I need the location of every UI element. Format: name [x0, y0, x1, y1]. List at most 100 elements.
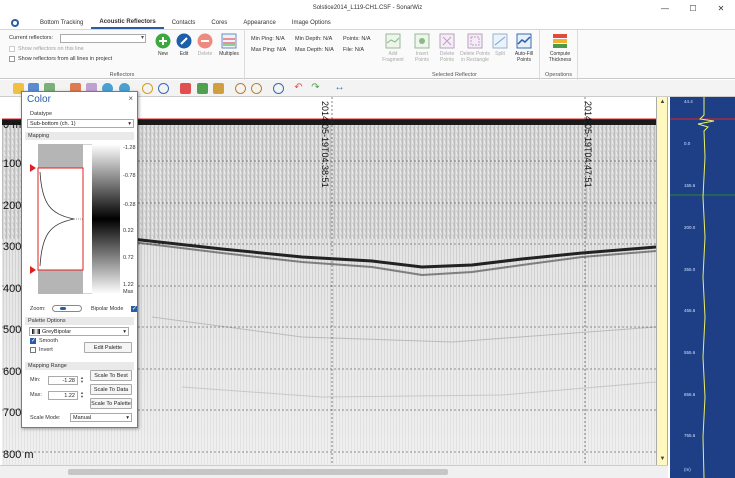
- scale-label: -1.28: [123, 145, 136, 151]
- chevron-down-icon: ▾: [123, 329, 126, 335]
- minimize-button[interactable]: —: [651, 0, 679, 16]
- invert-label: Invert: [39, 347, 53, 353]
- trace-tick: 155.6: [684, 183, 696, 188]
- mapping-graph: [30, 144, 120, 294]
- tab-image-options[interactable]: Image Options: [284, 16, 339, 29]
- selected-reflector-group: Add Fragment Insert Points Delete Points…: [370, 30, 540, 80]
- close-icon[interactable]: ×: [128, 94, 133, 103]
- tab-acoustic-reflectors[interactable]: Acoustic Reflectors: [91, 16, 164, 29]
- maximize-button[interactable]: ☐: [679, 0, 707, 16]
- depth-label-500: 500: [3, 324, 22, 336]
- tab-appearance[interactable]: Appearance: [235, 16, 283, 29]
- horizontal-scrollbar[interactable]: [0, 465, 668, 478]
- trace-panel: 44.4 0.0 155.6 200.0 355.0 455.6 555.6 6…: [670, 97, 735, 478]
- bipolar-mode-checkbox[interactable]: [131, 305, 137, 312]
- ribbon-tabs: Bottom Tracking Acoustic Reflectors Cont…: [0, 16, 735, 29]
- datatype-select[interactable]: Sub-bottom (ch. 1) ▾: [27, 119, 134, 128]
- plus-circle-icon[interactable]: [142, 83, 153, 94]
- scale-to-data-button[interactable]: Scale To Data: [90, 384, 132, 395]
- chevron-down-icon: ▾: [126, 415, 129, 421]
- compute-thickness-button[interactable]: Compute Thickness: [544, 33, 576, 73]
- delete-points-icon: [439, 33, 455, 49]
- show-all-label: Show reflectors from all lines in projec…: [18, 56, 113, 62]
- navigate-icon[interactable]: [273, 83, 284, 94]
- multiples-button[interactable]: Multiples: [215, 33, 243, 73]
- points-count: Points: N/A: [343, 36, 371, 42]
- horizontal-scroll-thumb[interactable]: [68, 469, 448, 475]
- show-all-checkbox[interactable]: [9, 56, 15, 62]
- min-ping: Min Ping: N/A: [251, 36, 285, 42]
- chart-icon[interactable]: [213, 83, 224, 94]
- trace-tick: 44.4: [684, 99, 693, 104]
- delete-rectangle-button[interactable]: Delete Points in Rectangle: [458, 33, 492, 73]
- pencil-circle-icon: [176, 33, 192, 49]
- bipolar-mode-label: Bipolar Mode: [91, 306, 124, 312]
- show-on-line-checkbox[interactable]: [9, 46, 15, 52]
- chevron-down-icon: ▾: [128, 121, 131, 127]
- zoom-slider[interactable]: [52, 305, 82, 312]
- scale-label: 0.22: [123, 228, 134, 234]
- edit-palette-button[interactable]: Edit Palette: [84, 342, 132, 353]
- delete-points-button[interactable]: Delete Points: [434, 33, 460, 73]
- operations-group: Compute Thickness Operations: [540, 30, 578, 80]
- scroll-up-icon[interactable]: ▲: [659, 99, 666, 106]
- auto-fill-icon: [516, 33, 532, 49]
- color-grid-icon[interactable]: [180, 83, 191, 94]
- current-reflectors-label: Current reflectors:: [9, 35, 54, 41]
- zoom-slider-thumb[interactable]: [60, 307, 66, 310]
- palette-select[interactable]: GreyBipolar ▾: [29, 327, 129, 336]
- scale-label: 1.22: [123, 282, 134, 288]
- tab-cores[interactable]: Cores: [203, 16, 235, 29]
- min-label: Min:: [30, 377, 41, 383]
- split-button[interactable]: Split: [489, 33, 511, 73]
- max-input[interactable]: 1.22: [48, 391, 78, 400]
- depth-label-800: 800 m: [3, 449, 34, 461]
- settings-icon[interactable]: [251, 83, 262, 94]
- trace-tick: 755.6: [684, 433, 696, 438]
- depth-label-700: 700: [3, 407, 22, 419]
- depth-label-300: 300: [3, 241, 22, 253]
- current-reflectors-combo[interactable]: [60, 34, 146, 43]
- min-spinner[interactable]: ▲ ▼: [79, 376, 85, 385]
- undo-icon[interactable]: ↶: [293, 83, 304, 94]
- close-button[interactable]: ✕: [707, 0, 735, 16]
- max-label: Max:: [30, 392, 42, 398]
- scroll-down-icon[interactable]: ▼: [659, 456, 666, 463]
- scale-to-best-button[interactable]: Scale To Best: [90, 370, 132, 381]
- mapping-range-section: Mapping Range: [25, 362, 134, 370]
- amplitude-trace: [670, 97, 735, 478]
- delete-rectangle-icon: [467, 33, 483, 49]
- tab-contacts[interactable]: Contacts: [164, 16, 204, 29]
- target-icon[interactable]: [235, 83, 246, 94]
- reflector-stats: Min Ping: N/A Max Ping: N/A Min Depth: N…: [245, 30, 371, 80]
- app-menu-button[interactable]: [0, 16, 30, 29]
- map-icon[interactable]: [197, 83, 208, 94]
- file-value: File: N/A: [343, 47, 365, 53]
- insert-points-button[interactable]: Insert Points: [408, 33, 436, 73]
- scale-mode-select[interactable]: Manual ▾: [70, 413, 132, 422]
- auto-fill-button[interactable]: Auto-Fill Points: [509, 33, 539, 73]
- app-logo-icon: [11, 18, 19, 27]
- min-input[interactable]: -1.28: [48, 376, 78, 385]
- max-spinner[interactable]: ▲ ▼: [79, 391, 85, 400]
- scale-label: -0.78: [123, 173, 136, 179]
- info-circle-icon[interactable]: [158, 83, 169, 94]
- color-dialog: Color × Datatype Sub-bottom (ch. 1) ▾ Map…: [21, 91, 138, 428]
- scale-to-palette-button[interactable]: Scale To Palette: [90, 398, 132, 409]
- palette-swatch-icon: [32, 329, 40, 335]
- scale-label: -0.28: [123, 202, 136, 208]
- add-fragment-button[interactable]: Add Fragment: [378, 33, 408, 73]
- zoom-label: Zoom:: [30, 306, 46, 312]
- depth-label-100: 100: [3, 158, 22, 170]
- max-ping: Max Ping: N/A: [251, 47, 287, 53]
- vertical-scrollbar[interactable]: ▲ ▼: [656, 97, 668, 465]
- trace-tick: 455.6: [684, 308, 696, 313]
- redo-icon[interactable]: ↷: [310, 83, 321, 94]
- smooth-checkbox[interactable]: [30, 337, 36, 344]
- plus-circle-icon: [155, 33, 171, 49]
- insert-points-icon: [414, 33, 430, 49]
- invert-checkbox[interactable]: [30, 347, 36, 353]
- color-dialog-header[interactable]: Color ×: [22, 92, 137, 109]
- fit-width-icon[interactable]: ↔: [334, 83, 345, 94]
- tab-bottom-tracking[interactable]: Bottom Tracking: [32, 16, 91, 29]
